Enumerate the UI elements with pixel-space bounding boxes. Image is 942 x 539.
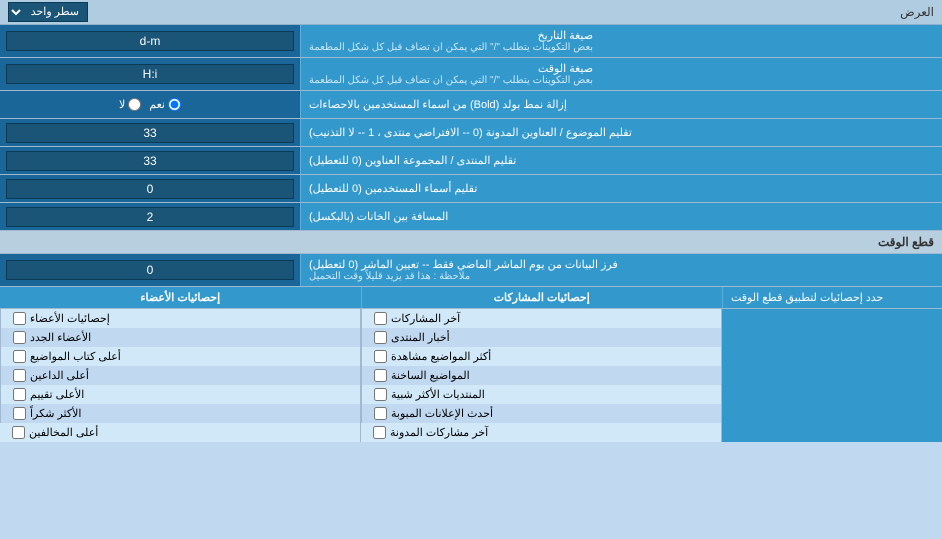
list-item: أكثر المواضيع مشاهدة <box>361 347 721 366</box>
bold-no-label[interactable]: لا <box>119 98 141 111</box>
display-select[interactable]: سطر واحدسطرينثلاثة أسطر <box>8 2 88 22</box>
time-format-input[interactable] <box>6 64 294 84</box>
topic-titles-label: تقليم الموضوع / العناوين المدونة (0 -- ا… <box>300 119 942 146</box>
main-container: العرض سطر واحدسطرينثلاثة أسطر صيغة التار… <box>0 0 942 442</box>
stat-post-2-label[interactable]: أخبار المنتدى <box>370 331 450 344</box>
topic-titles-input[interactable] <box>6 123 294 143</box>
bold-remove-row: إزالة نمط بولد (Bold) من اسماء المستخدمي… <box>0 91 942 119</box>
stat-member-3-checkbox[interactable] <box>13 350 26 363</box>
stat-member-7-checkbox[interactable] <box>12 426 25 439</box>
stat-member-1-label[interactable]: إحصائيات الأعضاء <box>9 312 110 325</box>
forum-group-row: تقليم المنتدى / المجموعة العناوين (0 للت… <box>0 147 942 175</box>
stat-post-2-checkbox[interactable] <box>374 331 387 344</box>
page-title: العرض <box>88 5 934 19</box>
stat-member-4-checkbox[interactable] <box>13 369 26 382</box>
date-format-row: صيغة التاريخ بعض التكوينات يتطلب "/" الت… <box>0 25 942 58</box>
spacing-input-wrap <box>0 203 300 230</box>
list-item: آخر المشاركات <box>361 309 721 328</box>
forum-group-label: تقليم المنتدى / المجموعة العناوين (0 للت… <box>300 147 942 174</box>
stat-post-7-label[interactable]: آخر مشاركات المدونة <box>369 426 488 439</box>
stat-post-1-label[interactable]: آخر المشاركات <box>370 312 460 325</box>
stats-left-spacer <box>722 309 942 442</box>
topic-titles-input-wrap <box>0 119 300 146</box>
date-format-input[interactable] <box>6 31 294 51</box>
list-item: الأعضاء الجدد <box>0 328 360 347</box>
display-select-wrap: سطر واحدسطرينثلاثة أسطر <box>8 2 88 22</box>
stat-post-5-label[interactable]: المنتديات الأكثر شبية <box>370 388 485 401</box>
spacing-label: المسافة بين الخانات (بالبكسل) <box>300 203 942 230</box>
stats-posts-col: آخر المشاركات أخبار المنتدى أكثر المواضي… <box>360 309 722 442</box>
stat-post-6-checkbox[interactable] <box>374 407 387 420</box>
bold-yes-radio[interactable] <box>168 98 181 111</box>
realtime-label: فرز البيانات من يوم الماشر الماضي فقط --… <box>300 254 942 286</box>
stat-member-1-checkbox[interactable] <box>13 312 26 325</box>
list-item: أخبار المنتدى <box>361 328 721 347</box>
time-format-input-wrap <box>0 58 300 90</box>
forum-group-input[interactable] <box>6 151 294 171</box>
stat-member-5-label[interactable]: الأعلى تقييم <box>9 388 84 401</box>
stat-member-2-label[interactable]: الأعضاء الجدد <box>9 331 91 344</box>
bold-remove-input-wrap: نعم لا <box>0 91 300 118</box>
date-format-input-wrap <box>0 25 300 57</box>
usernames-input[interactable] <box>6 179 294 199</box>
list-item: أعلى الداعين <box>0 366 360 385</box>
list-item: الأعلى تقييم <box>0 385 360 404</box>
stat-post-1-checkbox[interactable] <box>374 312 387 325</box>
spacing-input[interactable] <box>6 207 294 227</box>
list-item: أعلى المخالفين <box>0 423 360 442</box>
list-item: المنتديات الأكثر شبية <box>361 385 721 404</box>
time-format-label: صيغة الوقت بعض التكوينات يتطلب "/" التي … <box>300 58 942 90</box>
date-format-label: صيغة التاريخ بعض التكوينات يتطلب "/" الت… <box>300 25 942 57</box>
list-item: آخر مشاركات المدونة <box>361 423 721 442</box>
spacing-row: المسافة بين الخانات (بالبكسل) <box>0 203 942 231</box>
stat-post-5-checkbox[interactable] <box>374 388 387 401</box>
list-item: إحصائيات الأعضاء <box>0 309 360 328</box>
stat-member-5-checkbox[interactable] <box>13 388 26 401</box>
forum-group-input-wrap <box>0 147 300 174</box>
stat-member-3-label[interactable]: أعلى كتاب المواضيع <box>9 350 121 363</box>
realtime-input[interactable] <box>6 260 294 280</box>
stat-member-6-checkbox[interactable] <box>13 407 26 420</box>
bold-radio-group: نعم لا <box>119 98 181 111</box>
list-item: أحدث الإعلانات المبوبة <box>361 404 721 423</box>
stats-col2-header: إحصائيات الأعضاء <box>0 287 361 308</box>
usernames-label: تقليم أسماء المستخدمين (0 للتعطيل) <box>300 175 942 202</box>
stats-members-col: إحصائيات الأعضاء الأعضاء الجدد أعلى كتاب… <box>0 309 360 442</box>
stats-col1-header: إحصائيات المشاركات <box>361 287 723 308</box>
usernames-row: تقليم أسماء المستخدمين (0 للتعطيل) <box>0 175 942 203</box>
stat-member-7-label[interactable]: أعلى المخالفين <box>8 426 98 439</box>
list-item: المواضيع الساخنة <box>361 366 721 385</box>
stat-post-4-label[interactable]: المواضيع الساخنة <box>370 369 470 382</box>
topic-titles-row: تقليم الموضوع / العناوين المدونة (0 -- ا… <box>0 119 942 147</box>
stat-post-3-checkbox[interactable] <box>374 350 387 363</box>
list-item: أعلى كتاب المواضيع <box>0 347 360 366</box>
stats-checkboxes: آخر المشاركات أخبار المنتدى أكثر المواضي… <box>0 309 942 442</box>
stats-section: حدد إحصائيات لتطبيق قطع الوقت إحصائيات ا… <box>0 287 942 442</box>
stats-header-row: حدد إحصائيات لتطبيق قطع الوقت إحصائيات ا… <box>0 287 942 309</box>
stat-member-6-label[interactable]: الأكثر شكراً <box>9 407 81 420</box>
realtime-section-header: قطع الوقت <box>0 231 942 254</box>
realtime-row: فرز البيانات من يوم الماشر الماضي فقط --… <box>0 254 942 287</box>
list-item: الأكثر شكراً <box>0 404 360 423</box>
usernames-input-wrap <box>0 175 300 202</box>
bold-remove-label: إزالة نمط بولد (Bold) من اسماء المستخدمي… <box>300 91 942 118</box>
stats-section-title: حدد إحصائيات لتطبيق قطع الوقت <box>722 287 942 308</box>
bold-yes-label[interactable]: نعم <box>149 98 181 111</box>
stat-member-2-checkbox[interactable] <box>13 331 26 344</box>
top-row: العرض سطر واحدسطرينثلاثة أسطر <box>0 0 942 25</box>
bold-no-radio[interactable] <box>128 98 141 111</box>
stat-post-7-checkbox[interactable] <box>373 426 386 439</box>
time-format-row: صيغة الوقت بعض التكوينات يتطلب "/" التي … <box>0 58 942 91</box>
realtime-input-wrap <box>0 254 300 286</box>
stat-post-3-label[interactable]: أكثر المواضيع مشاهدة <box>370 350 491 363</box>
stat-member-4-label[interactable]: أعلى الداعين <box>9 369 89 382</box>
stat-post-6-label[interactable]: أحدث الإعلانات المبوبة <box>370 407 493 420</box>
stat-post-4-checkbox[interactable] <box>374 369 387 382</box>
